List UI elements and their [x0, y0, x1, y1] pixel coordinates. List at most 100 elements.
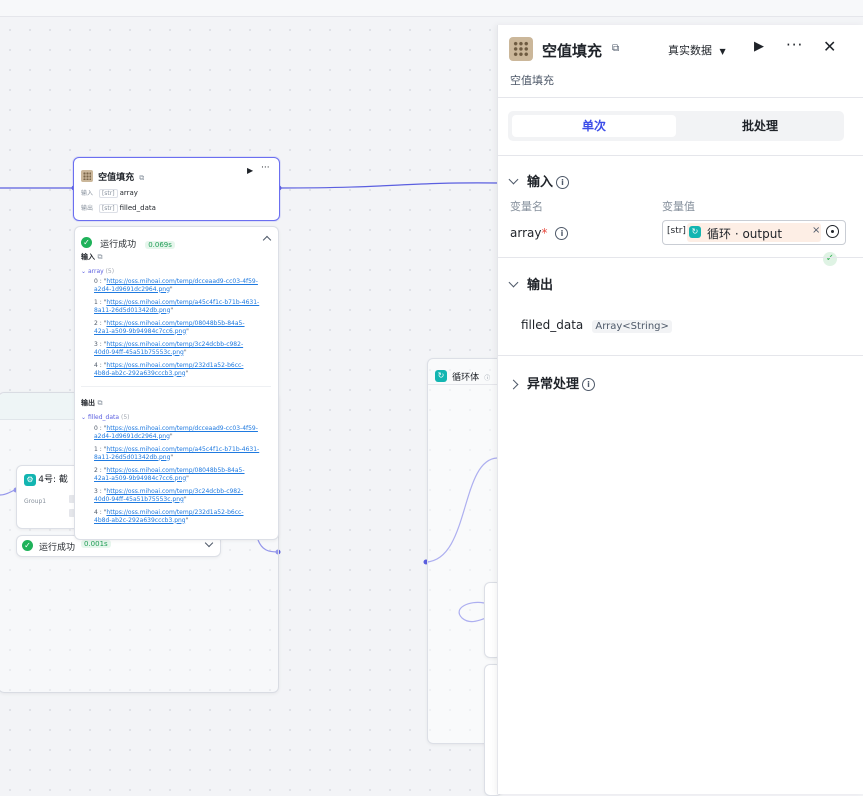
url-link[interactable]: https://oss.mihoai.com/temp/08048b5b-84a… [106, 467, 244, 474]
list-item: 4 : "https://oss.mihoai.com/temp/232d1a5… [94, 509, 274, 524]
url-link[interactable]: 4b8d-ab2c-292a639cccb3.png [94, 517, 186, 524]
group-label: Group1 [24, 498, 47, 505]
output-type-badge: Array<String> [592, 320, 672, 333]
url-link[interactable]: https://oss.mihoai.com/temp/232d1a52-b6c… [106, 362, 243, 369]
item-index: 0 : " [94, 278, 107, 285]
node-title: 空值填充 [98, 173, 135, 183]
variable-ref-text: 循环 · output [707, 227, 783, 241]
status-text: 运行成功 [100, 240, 137, 250]
quote: " [183, 348, 187, 356]
url-link[interactable]: https://oss.mihoai.com/temp/dcceaad9-cc0… [106, 425, 258, 432]
panel-header: 空值填充 ⧉ 真实数据 ▼ ▶ ··· ✕ 空值填充 [498, 25, 863, 98]
quote: " [186, 327, 189, 335]
variable-ref-chip[interactable]: ↻ 循环 · output [687, 223, 821, 242]
list-item: 1 : "https://oss.mihoai.com/temp/a45c4f1… [94, 299, 274, 314]
panel-subtitle: 空值填充 [510, 74, 554, 87]
data-mode-select[interactable]: 真实数据 ▼ [668, 42, 726, 58]
tab-single[interactable]: 单次 [512, 115, 676, 137]
type-tag: [str] [667, 226, 686, 236]
item-index: 1 : " [94, 299, 107, 306]
section-title: 输出 [527, 278, 554, 293]
url-link[interactable]: https://oss.mihoai.com/temp/a45c4f1c-b71… [106, 299, 259, 306]
section-title: 异常处理 [527, 377, 580, 392]
close-icon[interactable]: ✕ [823, 37, 836, 56]
run-button[interactable]: ▶ [754, 39, 764, 54]
input-var: array [119, 189, 138, 197]
required-mark: * [541, 226, 548, 240]
section-title: 输入 [527, 175, 554, 190]
success-icon: ✓ [22, 540, 33, 551]
grid-icon [509, 37, 533, 61]
url-link[interactable]: https://oss.mihoai.com/temp/08048b5b-84a… [106, 320, 244, 327]
output-list: 0 : "https://oss.mihoai.com/temp/dcceaad… [94, 425, 274, 530]
url-link[interactable]: a2d4-1d9691dc2964.png [94, 286, 170, 293]
url-link[interactable]: https://oss.mihoai.com/temp/232d1a52-b6c… [106, 509, 243, 516]
output-title: 输出 [81, 399, 95, 407]
list-item: 4 : "https://oss.mihoai.com/temp/232d1a5… [94, 362, 274, 377]
column-value-header: 变量值 [662, 200, 695, 213]
check-icon: ✓ [823, 252, 837, 266]
url-link[interactable]: https://oss.mihoai.com/temp/3c24dcbb-c98… [106, 488, 243, 495]
url-link[interactable]: 8a11-26d5d01342db.png [94, 307, 170, 314]
output-var: filled_data [119, 204, 156, 212]
more-icon[interactable]: ··· [786, 36, 803, 54]
run-result-card[interactable]: ✓ 运行成功 0.069s 输入 ⧉ ⌄ array (5) 0 : "http… [74, 226, 279, 540]
chevron-down-icon [508, 277, 519, 288]
input-section-header[interactable]: 输入 i [508, 171, 570, 190]
url-link[interactable]: 4b8d-ab2c-292a639cccb3.png [94, 370, 186, 377]
edge-to-next [278, 182, 499, 189]
loop-icon: ↻ [689, 226, 701, 238]
quote: " [169, 432, 173, 440]
url-link[interactable]: a2d4-1d9691dc2964.png [94, 433, 170, 440]
output-section-header[interactable]: 输出 [508, 274, 554, 293]
item-index: 3 : " [94, 488, 107, 495]
input-title: 输入 [81, 253, 95, 261]
info-icon: i [555, 227, 569, 240]
list-item: 0 : "https://oss.mihoai.com/temp/dcceaad… [94, 278, 274, 293]
info-icon: i [582, 378, 596, 391]
param-value-field[interactable]: [str] ↻ 循环 · output × [662, 220, 846, 245]
list-item: 3 : "https://oss.mihoai.com/temp/3c24dcb… [94, 488, 274, 503]
param-name: array [510, 226, 542, 240]
url-link[interactable]: https://oss.mihoai.com/temp/3c24dcbb-c98… [106, 341, 243, 348]
copy-icon[interactable]: ⧉ [612, 43, 619, 54]
quote: " [185, 369, 189, 377]
input-var: array [87, 268, 104, 275]
info-icon: ⓘ [484, 375, 491, 382]
status-text: 运行成功 [39, 543, 76, 553]
info-icon: i [556, 176, 570, 189]
url-link[interactable]: https://oss.mihoai.com/temp/a45c4f1c-b71… [106, 446, 259, 453]
output-var: filled_data [87, 414, 120, 421]
type-icon: [str] [98, 204, 118, 213]
chevron-right-icon [508, 379, 519, 390]
copy-icon[interactable]: ⧉ [97, 253, 102, 261]
url-link[interactable]: 42a1-a509-9b94984c7cc6.png [94, 475, 186, 482]
output-count: (5) [121, 414, 130, 421]
output-label: 输出 [81, 205, 94, 212]
url-link[interactable]: 40d0-94ff-45a51b75553c.png [94, 349, 184, 356]
node-null-fill[interactable]: 空值填充 ⧉ ▶ ··· 输入 [str] array 输出 [str] fille… [73, 157, 280, 221]
clear-icon[interactable]: × [812, 225, 820, 236]
url-link[interactable]: 42a1-a509-9b94984c7cc6.png [94, 328, 186, 335]
url-link[interactable]: 8a11-26d5d01342db.png [94, 454, 170, 461]
run-button[interactable]: ▶ [247, 166, 253, 175]
url-link[interactable]: 40d0-94ff-45a51b75553c.png [94, 496, 184, 503]
tab-batch[interactable]: 批处理 [680, 115, 840, 137]
chevron-up-icon[interactable] [262, 235, 272, 245]
quote: " [170, 453, 174, 461]
item-index: 2 : " [94, 467, 107, 474]
chevron-down-icon[interactable] [204, 538, 214, 548]
quote: " [169, 285, 173, 293]
chevron-down-icon [508, 174, 519, 185]
list-item: 0 : "https://oss.mihoai.com/temp/dcceaad… [94, 425, 274, 440]
time-badge: 0.069s [145, 241, 175, 249]
error-section-header[interactable]: 异常处理 i [508, 373, 596, 392]
caret-down-icon: ▼ [719, 47, 726, 56]
item-index: 4 : " [94, 509, 107, 516]
more-icon[interactable]: ··· [261, 163, 270, 173]
url-link[interactable]: https://oss.mihoai.com/temp/dcceaad9-cc0… [106, 278, 258, 285]
column-name-header: 变量名 [510, 200, 543, 213]
item-index: 3 : " [94, 341, 107, 348]
copy-icon[interactable]: ⧉ [97, 399, 102, 407]
node-title: 循环体 [452, 373, 480, 383]
